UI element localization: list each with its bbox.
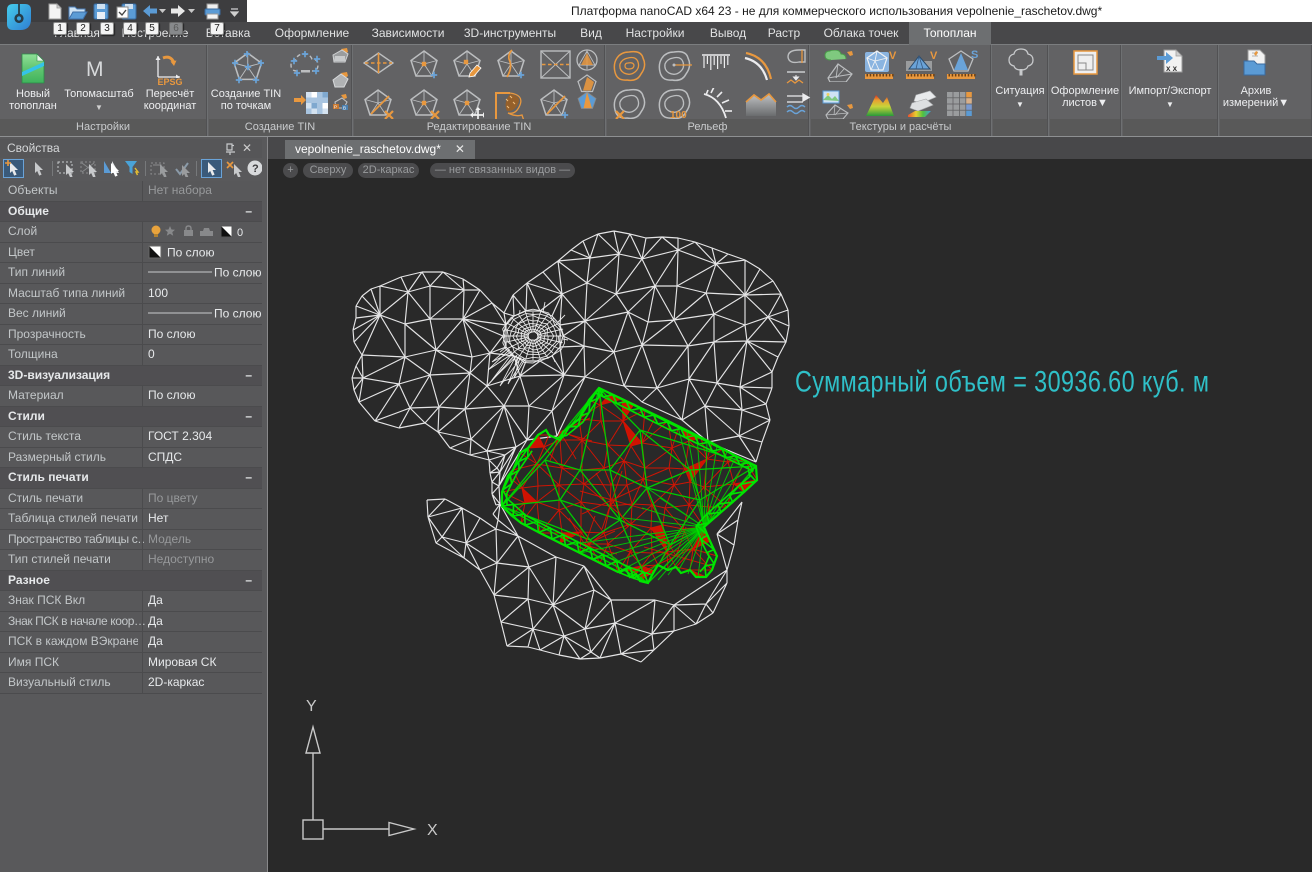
svg-text:?: ?: [252, 163, 259, 175]
svg-text:B: B: [343, 106, 346, 111]
svg-text:V: V: [930, 50, 938, 62]
svg-text:x x: x x: [1166, 64, 1178, 73]
svg-text:По слою: По слою: [214, 307, 261, 321]
svg-text:По слою: По слою: [167, 245, 214, 259]
svg-text:0: 0: [237, 227, 243, 239]
svg-text:V: V: [889, 50, 897, 62]
svg-text:P: P: [334, 105, 337, 110]
svg-text:X: X: [427, 822, 438, 839]
svg-text:S: S: [971, 49, 978, 61]
svg-text:Y: Y: [306, 698, 317, 715]
svg-text:По слою: По слою: [214, 266, 261, 280]
